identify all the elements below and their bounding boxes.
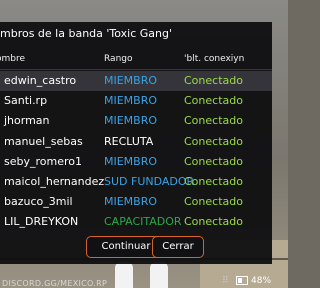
player-character — [115, 262, 133, 288]
header-rank: Rango — [104, 54, 133, 64]
table-row[interactable]: seby_romero1 MIEMBRO Conectado — [0, 152, 272, 172]
table-row[interactable]: manuel_sebas RECLUTA Conectado — [0, 132, 272, 152]
player-character — [150, 262, 168, 288]
member-status: Conectado — [184, 155, 243, 168]
member-rank: CAPACITADOR — [104, 215, 182, 228]
close-button[interactable]: Cerrar — [152, 236, 204, 258]
table-row[interactable]: jhorman MIEMBRO Conectado — [0, 111, 272, 131]
member-rank: RECLUTA — [104, 135, 154, 148]
battery-icon — [236, 276, 248, 285]
member-status: Conectado — [184, 215, 243, 228]
member-status: Conectado — [184, 195, 243, 208]
member-name: seby_romero1 — [4, 155, 82, 168]
member-status: Conectado — [184, 114, 243, 127]
member-name: bazuco_3mil — [4, 195, 73, 208]
member-rank: MIEMBRO — [104, 155, 158, 168]
member-name: Santi.rp — [4, 94, 48, 107]
member-name: maicol_hernandez — [4, 175, 105, 188]
table-row[interactable]: LIL_DREYKON CAPACITADOR Conectado — [0, 212, 272, 232]
member-status: Conectado — [184, 74, 243, 87]
member-rank: MIEMBRO — [104, 74, 158, 87]
header-divider — [0, 69, 272, 70]
member-name: jhorman — [4, 114, 50, 127]
member-rank: MIEMBRO — [104, 114, 158, 127]
header-connection: 'blt. conexiyn — [184, 54, 245, 64]
member-status: Conectado — [184, 175, 243, 188]
dialog-title: mbros de la banda 'Toxic Gang' — [0, 27, 173, 40]
member-name: LIL_DREYKON — [4, 215, 79, 228]
gang-members-dialog: mbros de la banda 'Toxic Gang' ombre Ran… — [0, 22, 272, 264]
status-hud: ⠿ 48% — [222, 276, 271, 286]
member-name: edwin_castro — [4, 74, 77, 87]
server-discord-text: DISCORD.GG/MEXICO.RP — [2, 279, 108, 288]
member-status: Conectado — [184, 94, 243, 107]
table-row[interactable]: bazuco_3mil MIEMBRO Conectado — [0, 192, 272, 212]
battery-percent: 48% — [251, 276, 272, 286]
table-row[interactable]: edwin_castro MIEMBRO Conectado — [0, 71, 272, 91]
member-name: manuel_sebas — [4, 135, 83, 148]
table-header: ombre Rango 'blt. conexiyn — [0, 52, 272, 66]
signal-icon: ⠿ — [222, 276, 229, 286]
member-status: Conectado — [184, 135, 243, 148]
table-row[interactable]: maicol_hernandez SUD FUNDADOR Conectado — [0, 172, 272, 192]
member-rank: MIEMBRO — [104, 195, 158, 208]
member-rank: MIEMBRO — [104, 94, 158, 107]
table-row[interactable]: Santi.rp MIEMBRO Conectado — [0, 91, 272, 111]
header-name: ombre — [0, 54, 26, 64]
member-rank: SUD FUNDADOR — [104, 175, 195, 188]
